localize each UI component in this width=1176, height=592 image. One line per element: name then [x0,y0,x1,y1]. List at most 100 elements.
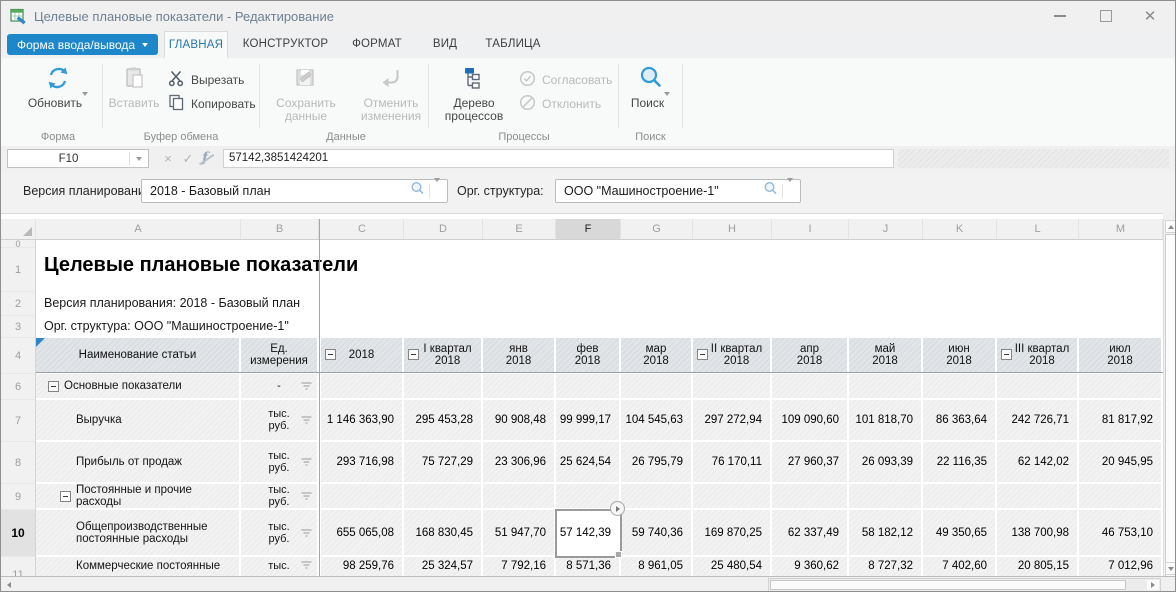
horizontal-scroll-thumb[interactable] [770,580,1126,590]
minus-box-icon[interactable] [48,381,59,392]
cell[interactable] [693,484,772,510]
cell[interactable]: 168 830,45 [404,510,483,557]
cell[interactable]: 7 012,96 [1079,557,1163,576]
header-cell-period[interactable]: I квартал 2018 [404,338,483,374]
scroll-up-arrow[interactable] [1165,220,1176,233]
cell-unit[interactable]: тыс. руб. [241,442,319,484]
cell[interactable]: 27 960,37 [772,442,849,484]
header-cell-period[interactable]: II квартал 2018 [693,338,772,374]
funnel-icon[interactable] [300,527,313,542]
row-header-1[interactable]: 1 [1,248,35,292]
form-io-menu-button[interactable]: Форма ввода/вывода [7,34,158,55]
cell-unit[interactable]: тыс. руб. [241,484,319,510]
cell[interactable] [404,374,483,400]
cell[interactable]: 25 624,54 [556,442,621,484]
cell[interactable]: 7 792,16 [483,557,556,576]
column-header-g[interactable]: G [621,219,693,239]
cell[interactable]: 98 259,76 [321,557,404,576]
scroll-right-arrow[interactable] [1147,580,1159,590]
magnifier-icon[interactable] [763,181,778,201]
cell[interactable]: 9 360,62 [772,557,849,576]
minus-box-icon[interactable] [697,349,708,360]
header-cell-period[interactable]: 2018 [321,338,404,374]
minus-box-icon[interactable] [325,349,336,360]
confirm-entry-icon[interactable]: ✓ [179,149,197,168]
header-cell-period[interactable]: мар 2018 [621,338,693,374]
column-header-h[interactable]: H [693,219,772,239]
cell[interactable]: 59 740,36 [621,510,693,557]
search-button[interactable]: Поиск [623,62,678,110]
row-header-11[interactable]: 11 [1,557,35,576]
cell[interactable] [321,374,404,400]
header-cell-period[interactable]: май 2018 [849,338,923,374]
funnel-icon[interactable] [300,559,313,574]
cell[interactable]: 76 170,11 [693,442,772,484]
cell[interactable]: 8 961,05 [621,557,693,576]
tab-tablitsa[interactable]: ТАБЛИЦА [478,31,548,58]
cell[interactable]: 51 947,70 [483,510,556,557]
header-cell-period[interactable]: июл 2018 [1079,338,1163,374]
cell[interactable]: 297 272,94 [693,400,772,442]
cell[interactable]: 46 753,10 [1079,510,1163,557]
cell[interactable]: 293 716,98 [321,442,404,484]
column-header-i[interactable]: I [772,219,849,239]
cell[interactable]: 20 805,15 [997,557,1079,576]
cell[interactable]: 26 795,79 [621,442,693,484]
cell[interactable]: 1 146 363,90 [321,400,404,442]
row-header-9[interactable]: 9 [1,484,35,510]
cell-row-name[interactable]: Общепроизводственные постоянные расходы [36,510,241,557]
cell[interactable]: 7 402,60 [923,557,997,576]
column-header-k[interactable]: K [923,219,997,239]
cell[interactable] [404,484,483,510]
cell[interactable]: 655 065,08 [321,510,404,557]
process-tree-button[interactable]: Дерево процессов [433,62,515,123]
column-header-f[interactable]: F [556,219,621,239]
cell[interactable]: 8 571,36 [556,557,621,576]
cell-unit[interactable]: - [241,374,319,400]
column-header-m[interactable]: M [1079,219,1163,239]
header-cell-period[interactable]: янв 2018 [483,338,556,374]
cell[interactable]: 295 453,28 [404,400,483,442]
cell[interactable]: 62 142,02 [997,442,1079,484]
cell[interactable] [772,374,849,400]
cell[interactable]: 242 726,71 [997,400,1079,442]
header-cell-period[interactable]: апр 2018 [772,338,849,374]
org-structure-combo[interactable]: ООО "Машиностроение-1" [555,179,801,203]
scroll-left-arrow[interactable] [3,579,15,591]
cell[interactable]: 62 337,49 [772,510,849,557]
close-button[interactable]: ✕ [1127,1,1173,31]
horizontal-scrollbar[interactable] [768,578,1161,592]
cell[interactable]: 20 945,95 [1079,442,1163,484]
cell[interactable] [849,374,923,400]
chevron-down-icon[interactable] [434,182,447,200]
minus-box-icon[interactable] [1001,349,1012,360]
minus-box-icon[interactable] [408,349,419,360]
cell[interactable]: 25 324,57 [404,557,483,576]
cell[interactable] [693,374,772,400]
cut-button[interactable]: Вырезать [167,69,244,90]
cell[interactable] [772,484,849,510]
header-cell-period[interactable]: фев 2018 [556,338,621,374]
cell[interactable] [1079,374,1163,400]
cell[interactable] [1079,484,1163,510]
cell[interactable] [621,374,693,400]
cell[interactable] [923,484,997,510]
cell[interactable]: 90 908,48 [483,400,556,442]
cell[interactable]: 26 093,39 [849,442,923,484]
cell-row-name[interactable]: Прибыль от продаж [36,442,241,484]
cell-row-name[interactable]: Выручка [36,400,241,442]
cell[interactable]: 8 727,32 [849,557,923,576]
column-header-c[interactable]: C [321,219,404,239]
cell-group-name[interactable]: Основные показатели [36,374,241,400]
formula-input[interactable]: 57142,3851424201 [223,149,894,168]
minus-box-icon[interactable] [60,491,71,502]
column-header-a[interactable]: A [36,219,241,239]
cell[interactable] [997,374,1079,400]
cell-unit[interactable]: тыс. руб. [241,510,319,557]
fill-handle[interactable] [615,551,622,558]
tab-format[interactable]: ФОРМАТ [346,31,408,58]
cell[interactable] [483,484,556,510]
cell-name-box[interactable]: F10 [7,149,149,168]
save-data-button[interactable]: Сохранить данные [264,62,348,123]
cell[interactable] [483,374,556,400]
